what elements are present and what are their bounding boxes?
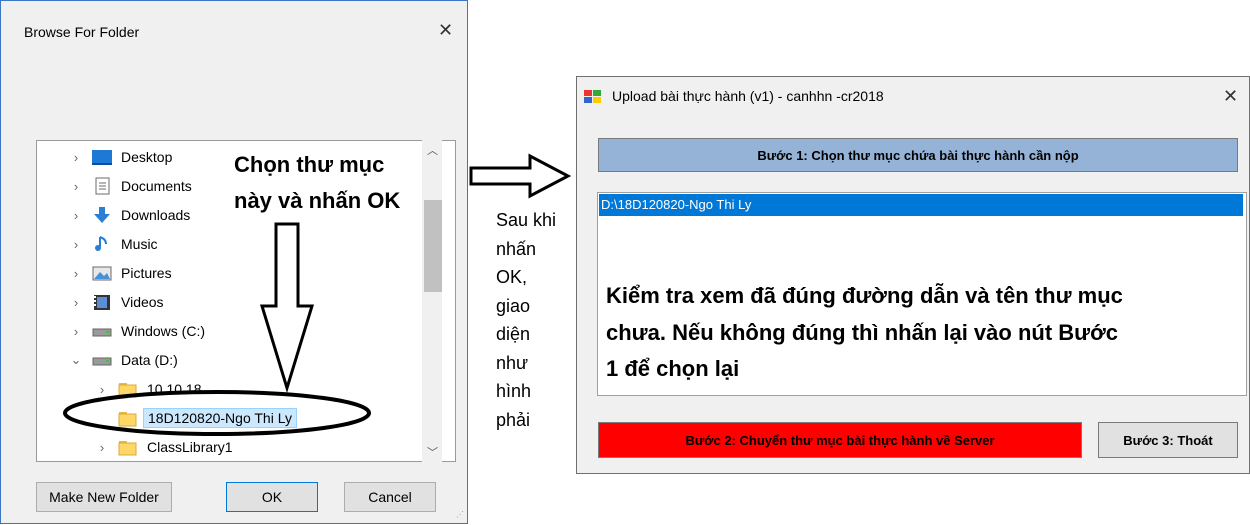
annotation-word: phải [496,409,531,430]
annotation-word: nhấn [496,238,537,259]
annotation-after-ok: Sau khi nhấn OK, giao diện như hình phải [496,206,556,434]
step1-button[interactable]: Bước 1: Chọn thư mục chứa bài thực hành … [598,138,1238,172]
annotation-word: OK, [496,267,528,287]
app-icon [584,90,602,104]
step3-exit-button[interactable]: Bước 3: Thoát [1098,422,1238,458]
selection-ellipse [63,390,371,436]
annotation-word: giao [496,295,531,316]
annotation-check-line3: 1 để chọn lại [606,356,740,381]
selected-path-item[interactable]: D:\18D120820-Ngo Thi Ly [599,194,1243,216]
down-arrow-icon [259,222,315,394]
annotation-word: Sau khi [496,210,557,230]
annotation-word: hình [496,381,532,401]
right-arrow-icon [469,153,572,199]
step2-button[interactable]: Bước 2: Chuyển thư mục bài thực hành về … [598,422,1082,458]
annotation-word: diện [496,324,531,344]
annotation-word: như [496,352,529,373]
annotation-check-line1: Kiểm tra xem đã đúng đường dẫn và tên th… [606,283,1123,308]
close-icon[interactable]: ✕ [1223,86,1238,107]
annotation-check-line2: chưa. Nếu không đúng thì nhấn lại vào nú… [606,320,1118,345]
upload-window-title: Upload bài thực hành (v1) - canhhn -cr20… [612,88,884,104]
